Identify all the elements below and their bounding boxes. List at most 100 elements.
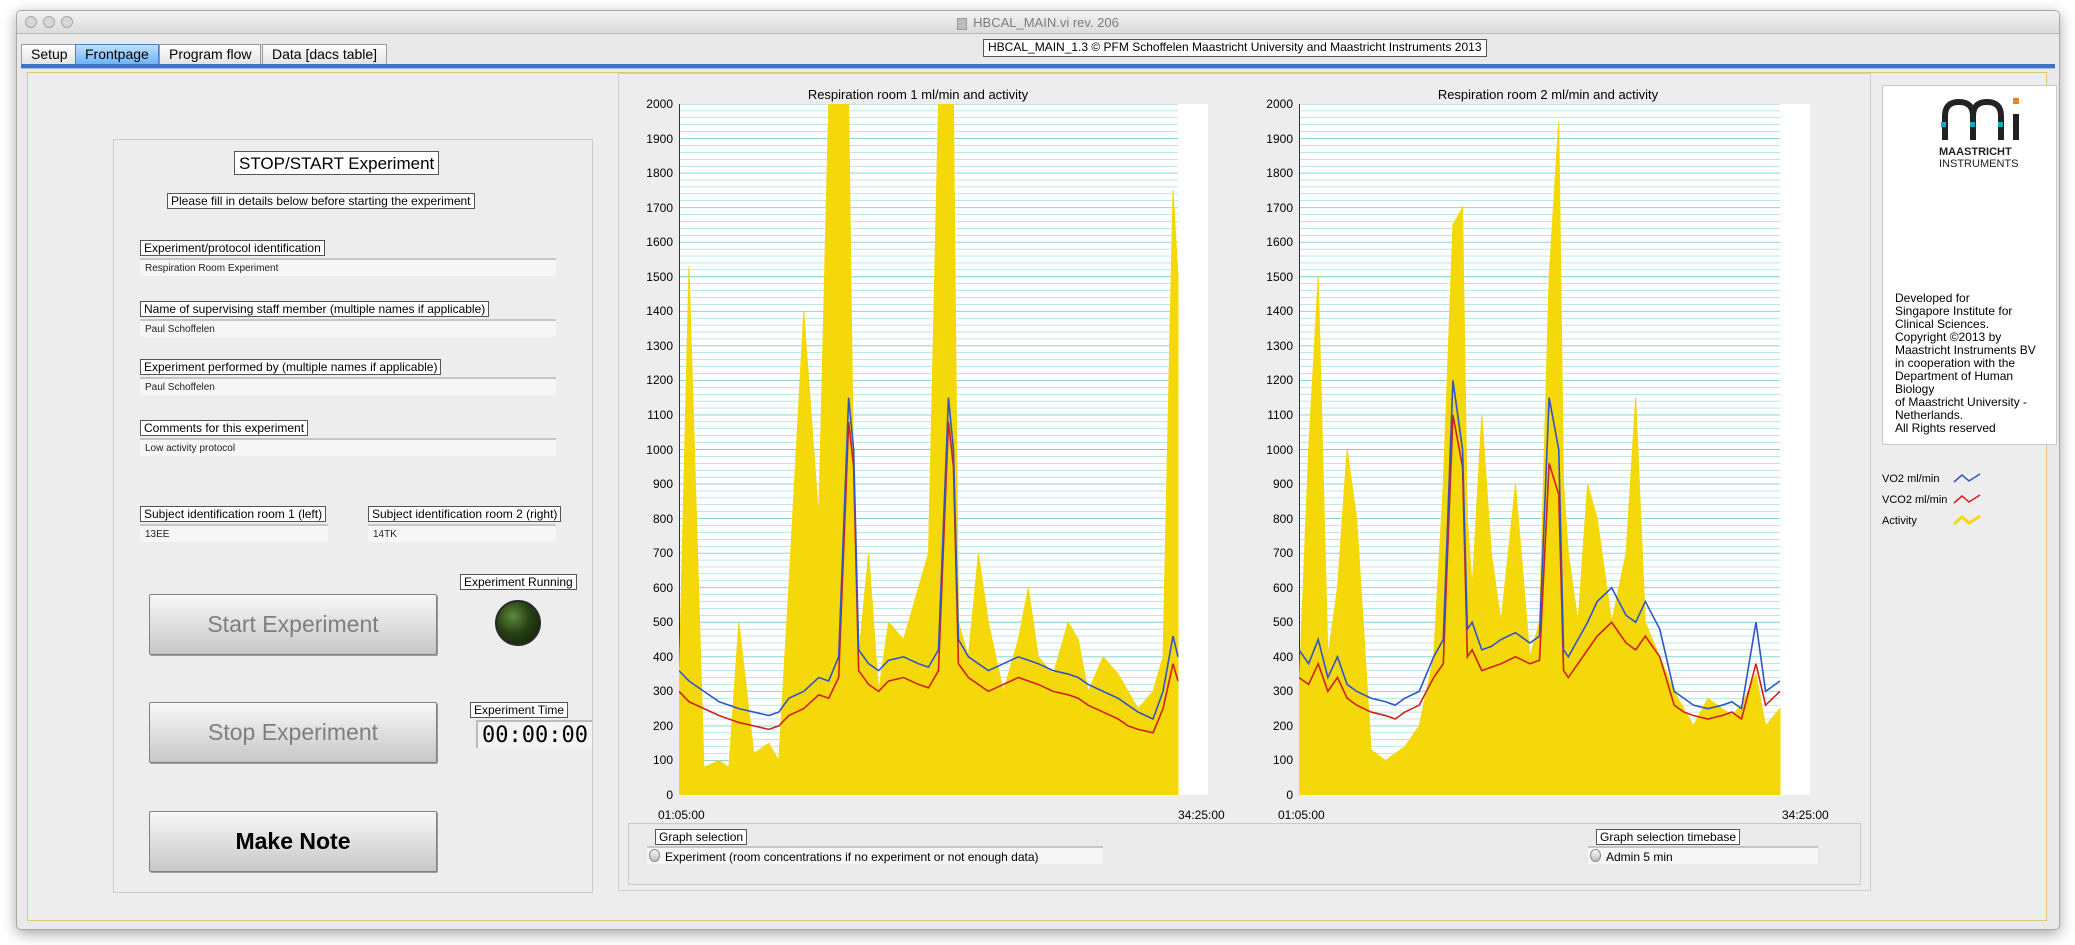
y-tick-label: 1200 — [1266, 373, 1293, 388]
brand-line2: INSTRUMENTS — [1939, 158, 2019, 170]
y-tick-label: 0 — [1286, 788, 1293, 802]
activity-series — [1299, 121, 1781, 795]
window-title: HBCAL_MAIN.vi rev. 206 — [17, 15, 2059, 30]
app-window: HBCAL_MAIN.vi rev. 206 Setup Frontpage P… — [16, 10, 2060, 930]
y-tick-label: 1300 — [1266, 338, 1293, 353]
graph-selection-spinner-icon[interactable] — [649, 849, 660, 862]
make-note-button[interactable]: Make Note — [149, 811, 437, 872]
experiment-box: STOP/START Experiment Please fill in det… — [113, 139, 593, 893]
y-tick-label: 300 — [1272, 684, 1293, 699]
legend-activity: Activity — [1882, 515, 1917, 527]
legend-vo2-swatch-icon — [1953, 473, 1981, 483]
tab-divider — [21, 64, 2055, 69]
legend-vo2-label: VO2 ml/min — [1882, 473, 1940, 485]
subject2-field[interactable]: 14TK — [368, 524, 556, 542]
y-tick-label: 1700 — [1266, 200, 1293, 215]
protocol-label: Experiment/protocol identification — [140, 240, 325, 256]
experiment-time-display: 00:00:00 — [476, 720, 592, 748]
y-tick-label: 500 — [1272, 615, 1293, 630]
experiment-title: STOP/START Experiment — [234, 151, 440, 175]
legend-vo2: VO2 ml/min — [1882, 473, 1939, 485]
subject1-label: Subject identification room 1 (left) — [140, 506, 327, 522]
y-tick-label: 400 — [652, 649, 673, 664]
graph1-svg — [679, 104, 1179, 795]
performer-label: Experiment performed by (multiple names … — [140, 359, 442, 375]
y-tick-label: 500 — [652, 615, 673, 630]
y-tick-label: 600 — [1272, 580, 1293, 595]
graph-selection-control[interactable]: Experiment (room concentrations if no ex… — [647, 846, 1103, 864]
graph1-x-end: 34:25:00 — [1178, 808, 1225, 822]
graph2-plot — [1299, 104, 1810, 795]
legend-activity-label: Activity — [1882, 515, 1917, 527]
y-tick-label: 200 — [1272, 718, 1293, 733]
tab-bar: Setup Frontpage Program flow Data [dacs … — [17, 34, 2059, 64]
start-experiment-button[interactable]: Start Experiment — [149, 594, 437, 655]
info-text: Developed for Singapore Institute for Cl… — [1895, 292, 2036, 435]
comments-field[interactable]: Low activity protocol — [140, 438, 556, 456]
tab-frontpage[interactable]: Frontpage — [75, 44, 159, 64]
frontpage-panel: STOP/START Experiment Please fill in det… — [27, 72, 2057, 921]
document-icon — [957, 17, 968, 30]
y-tick-label: 2000 — [1266, 97, 1293, 111]
y-tick-label: 1600 — [1266, 235, 1293, 250]
subject1-field[interactable]: 13EE — [140, 524, 328, 542]
comments-label: Comments for this experiment — [140, 420, 309, 436]
info-box: MAASTRICHT INSTRUMENTS Developed for Sin… — [1882, 85, 2057, 445]
experiment-running-label: Experiment Running — [460, 574, 577, 590]
y-tick-label: 100 — [1272, 753, 1293, 768]
graph2-x-end: 34:25:00 — [1782, 808, 1829, 822]
y-tick-label: 1000 — [1266, 442, 1293, 457]
y-tick-label: 800 — [652, 511, 673, 526]
graph2-svg — [1299, 104, 1781, 795]
copyright-label: HBCAL_MAIN_1.3 © PFM Schoffelen Maastric… — [983, 39, 1487, 57]
graph1-title: Respiration room 1 ml/min and activity — [807, 87, 1029, 102]
y-tick-label: 0 — [666, 788, 673, 802]
y-tick-label: 1800 — [646, 166, 673, 181]
stop-experiment-button[interactable]: Stop Experiment — [149, 702, 437, 763]
instruction-label: Please fill in details below before star… — [167, 193, 475, 209]
window-title-text: HBCAL_MAIN.vi rev. 206 — [973, 15, 1119, 30]
y-tick-label: 1700 — [646, 200, 673, 215]
maastricht-instruments-logo-icon — [1941, 98, 2019, 140]
performer-field[interactable]: Paul Schoffelen — [140, 377, 556, 395]
graph2-x-start: 01:05:00 — [1278, 808, 1325, 822]
y-tick-label: 1900 — [646, 131, 673, 146]
supervisor-field[interactable]: Paul Schoffelen — [140, 319, 556, 337]
y-tick-label: 800 — [1272, 511, 1293, 526]
subject2-label: Subject identification room 2 (right) — [368, 506, 562, 522]
graph1-x-start: 01:05:00 — [658, 808, 705, 822]
graph-timebase-value: Admin 5 min — [1606, 850, 1673, 864]
y-tick-label: 1400 — [646, 304, 673, 319]
y-tick-label: 1600 — [646, 235, 673, 250]
y-tick-label: 900 — [652, 477, 673, 492]
legend-vco2-label: VCO2 ml/min — [1882, 494, 1948, 506]
y-tick-label: 300 — [652, 684, 673, 699]
tab-setup[interactable]: Setup — [21, 44, 78, 64]
y-tick-label: 1000 — [646, 442, 673, 457]
legend-vco2-swatch-icon — [1953, 494, 1981, 504]
y-tick-label: 700 — [652, 546, 673, 561]
y-tick-label: 1300 — [646, 338, 673, 353]
graph-selection-label: Graph selection — [655, 829, 748, 845]
y-tick-label: 400 — [1272, 649, 1293, 664]
y-tick-label: 1200 — [646, 373, 673, 388]
graph1-plot — [679, 104, 1208, 795]
tab-program-flow[interactable]: Program flow — [159, 44, 262, 64]
y-tick-label: 1500 — [1266, 269, 1293, 284]
graph-timebase-label: Graph selection timebase — [1596, 829, 1741, 845]
y-tick-label: 200 — [652, 718, 673, 733]
tab-data-dacs-table[interactable]: Data [dacs table] — [262, 44, 388, 64]
y-tick-label: 600 — [652, 580, 673, 595]
y-tick-label: 700 — [1272, 546, 1293, 561]
protocol-field[interactable]: Respiration Room Experiment — [140, 258, 556, 276]
graph-timebase-spinner-icon[interactable] — [1590, 849, 1601, 862]
experiment-running-indicator — [495, 600, 541, 646]
graph-timebase-control[interactable]: Admin 5 min — [1588, 846, 1818, 864]
legend-activity-swatch-icon — [1953, 514, 1981, 526]
y-tick-label: 1100 — [647, 407, 673, 422]
graph2-title: Respiration room 2 ml/min and activity — [1437, 87, 1659, 102]
legend-vco2: VCO2 ml/min — [1882, 494, 1947, 506]
y-tick-label: 1400 — [1266, 304, 1293, 319]
y-tick-label: 100 — [652, 753, 673, 768]
y-tick-label: 1500 — [646, 269, 673, 284]
